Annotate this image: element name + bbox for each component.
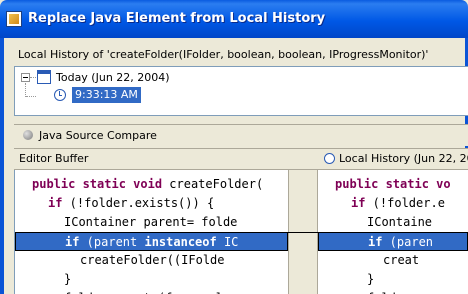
code-token: } [64,272,72,286]
code-text: folder.create(force, loc [64,289,237,294]
code-line[interactable]: creat [318,251,468,270]
code-text: if (!folder.exists()) { [48,194,214,213]
code-line[interactable]: } [318,270,468,289]
compare-title: Java Source Compare [39,129,157,142]
diff-connector [288,232,319,233]
code-text: IContainer parent= folde [64,213,237,232]
editor-buffer-pane[interactable]: public static void createFolder(if (!fol… [14,170,288,294]
code-token: } [367,272,375,286]
code-token: IContaine [367,215,433,229]
tree-connector [25,83,26,97]
eclipse-app-icon [6,11,22,27]
compare-icon [23,130,33,140]
code-token: (!folder.e [365,196,445,210]
history-tree[interactable]: Today (Jun 22, 2004) 9:33:13 AM [14,66,468,116]
code-token: (!folder.exists()) { [62,196,215,210]
code-line[interactable]: } [15,270,288,289]
code-keyword: if [48,196,63,210]
window-frame-left [0,38,4,294]
code-token: IC [216,235,239,249]
title-bar[interactable]: Replace Java Element from Local History [0,0,468,38]
code-line[interactable]: createFolder((IFolde [15,251,288,270]
code-text: folder.cr [367,289,432,294]
compare-section-header: Java Source Compare [14,124,468,146]
calendar-icon [37,70,51,84]
code-token: IContainer parent= folde [64,215,238,229]
code-keyword: if [351,196,366,210]
code-line[interactable]: if (!folder.exists()) { [15,194,288,213]
code-keyword: if [65,235,80,249]
code-token: (paren [382,235,434,249]
gutter-header [288,148,318,170]
code-line[interactable]: folder.cr [318,289,468,294]
code-keyword: public static vo [335,177,451,191]
code-text: if (paren [368,233,433,252]
code-token: createFolder((IFolde [80,253,225,267]
code-token: createFolder( [162,177,264,191]
collapse-toggle-icon[interactable] [21,73,30,82]
code-text: } [367,270,374,289]
tree-item-time-selected[interactable]: 9:33:13 AM [72,87,141,103]
code-text: public static void createFolder( [32,175,263,194]
code-token: (parent [79,235,145,249]
code-text: if (!folder.e [351,194,445,213]
code-line[interactable]: public static void createFolder( [15,175,288,194]
code-text: IContaine [367,213,432,232]
window-title: Replace Java Element from Local History [28,11,326,26]
code-keyword: public static void [32,177,163,191]
tree-connector [26,96,36,97]
local-history-label: Local History of 'createFolder(IFolder, … [18,48,429,61]
code-keyword: instanceof [144,235,217,249]
left-pane-header: Editor Buffer [14,148,288,170]
code-line-changed[interactable]: if (parent instanceof IC [15,232,288,251]
clock-icon [324,153,335,164]
code-text: if (parent instanceof IC [65,233,238,252]
code-line[interactable]: folder.create(force, loc [15,289,288,294]
code-line[interactable]: IContainer parent= folde [15,213,288,232]
tree-item-date[interactable]: Today (Jun 22, 2004) [56,71,170,84]
tree-connector [30,77,36,78]
code-text: creat [383,251,419,270]
right-pane-title: Local History (Jun 22, 2004 [339,152,468,165]
code-line-changed[interactable]: if (paren [318,232,468,251]
code-line[interactable]: if (!folder.e [318,194,468,213]
code-line[interactable]: IContaine [318,213,468,232]
code-text: } [64,270,71,289]
code-text: public static vo [335,175,451,194]
code-token: creat [383,253,420,267]
code-text: createFolder((IFolde [80,251,225,270]
code-line[interactable]: public static vo [318,175,468,194]
local-history-pane[interactable]: public static vo if (!folder.e IContaine if… [318,170,468,294]
right-pane-header: Local History (Jun 22, 2004 [318,148,468,170]
clock-icon [54,89,66,101]
code-keyword: if [368,235,383,249]
